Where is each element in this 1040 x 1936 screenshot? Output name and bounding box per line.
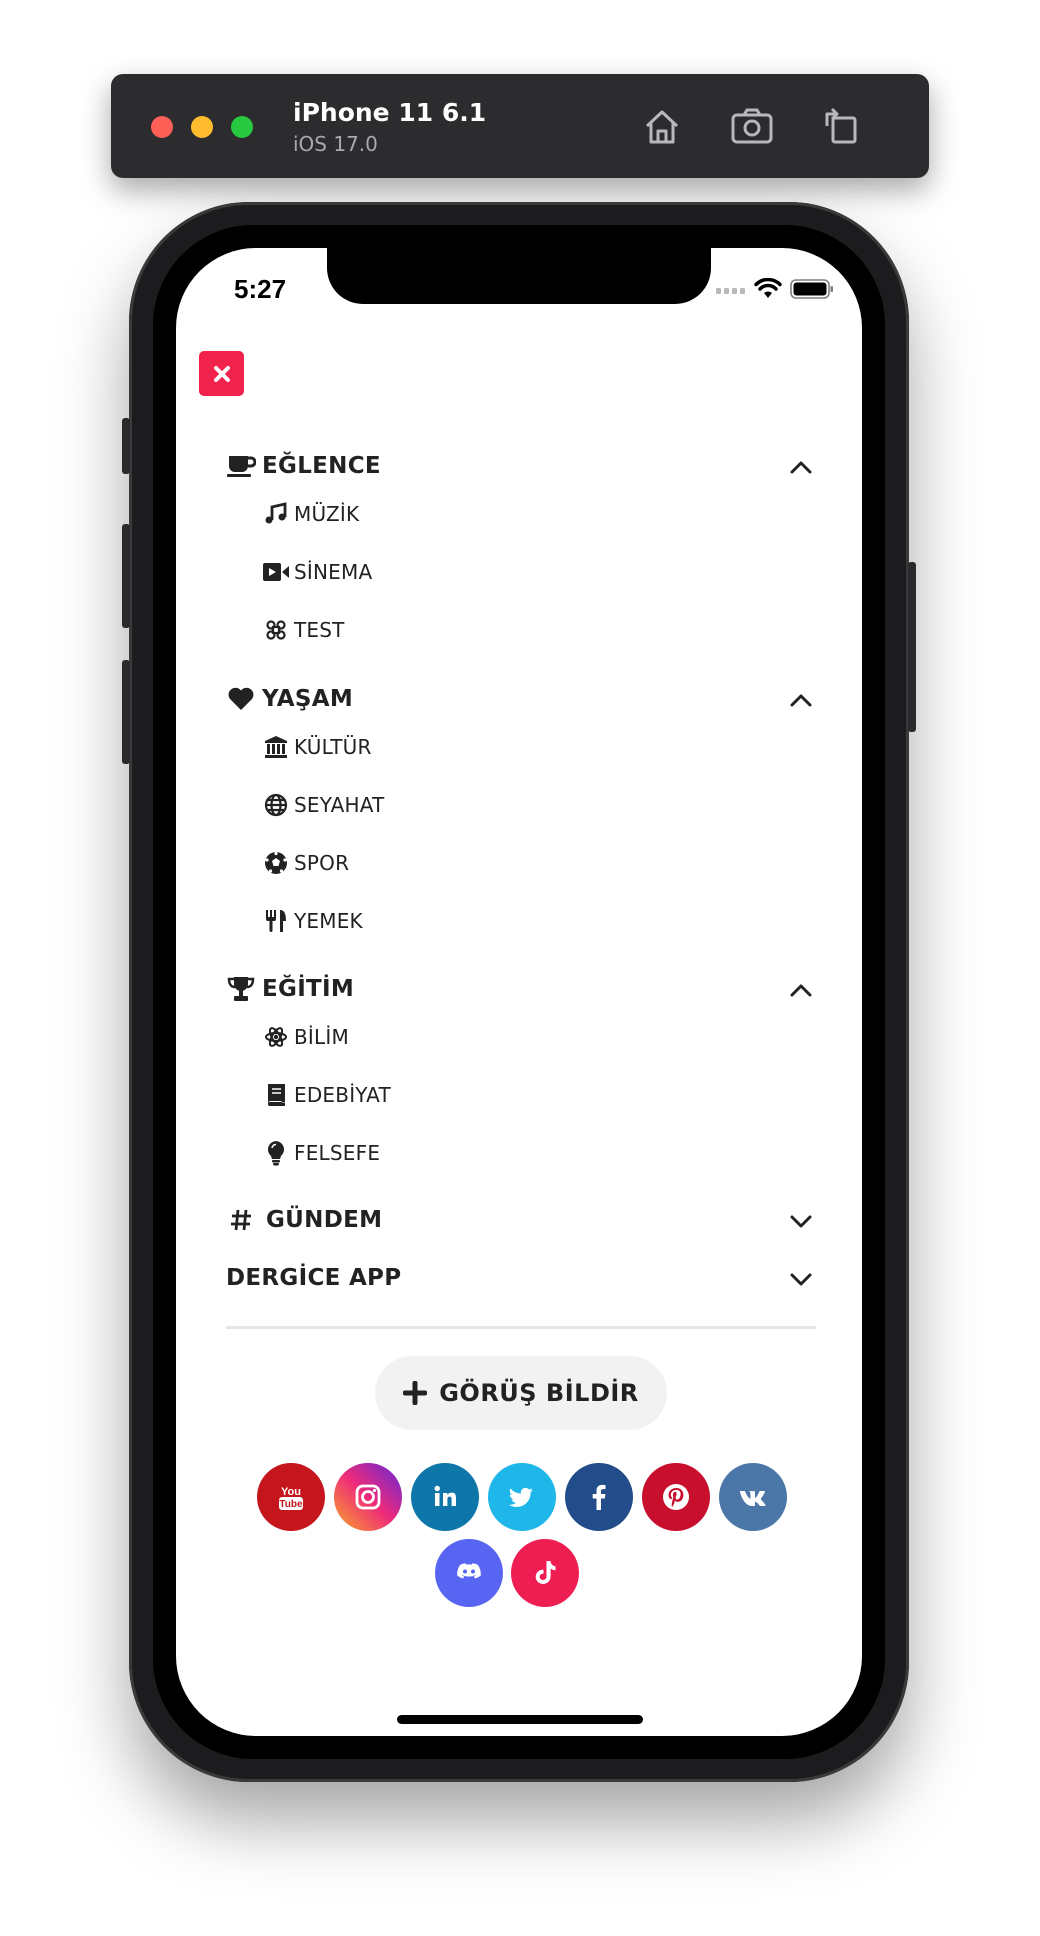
section-label: EĞLENCE (262, 453, 381, 479)
tiktok-icon[interactable] (511, 1539, 579, 1607)
item-label: SEYAHAT (294, 793, 385, 817)
svg-text:Tube: Tube (279, 1499, 303, 1510)
item-label: SPOR (294, 851, 350, 875)
item-label: EDEBİYAT (294, 1083, 391, 1107)
landmark-icon (262, 733, 290, 761)
menu-item-yemek[interactable]: YEMEK (262, 903, 363, 939)
wifi-icon (754, 278, 782, 298)
youtube-icon[interactable]: You Tube (257, 1463, 325, 1531)
twitter-icon[interactable] (488, 1463, 556, 1531)
close-window-button[interactable] (151, 116, 173, 138)
menu-item-bilim[interactable]: BİLİM (262, 1019, 349, 1055)
status-time: 5:27 (234, 274, 287, 304)
menu-item-spor[interactable]: SPOR (262, 845, 349, 881)
vk-icon[interactable] (719, 1463, 787, 1531)
menu-item-muzik[interactable]: MÜZİK (262, 496, 359, 532)
minimize-window-button[interactable] (191, 116, 213, 138)
feedback-button[interactable]: GÖRÜŞ BİLDİR (375, 1356, 667, 1430)
music-icon (262, 500, 290, 528)
home-icon[interactable] (639, 104, 685, 148)
power-button (908, 562, 916, 732)
item-label: SİNEMA (294, 560, 373, 584)
os-version: iOS 17.0 (293, 132, 378, 156)
coffee-icon (226, 451, 256, 481)
section-label: GÜNDEM (266, 1207, 383, 1233)
device-name: iPhone 11 6.1 (293, 98, 487, 127)
chevron-up-icon[interactable] (786, 975, 816, 1005)
volume-down-button (122, 660, 130, 764)
chevron-up-icon[interactable] (786, 685, 816, 715)
section-label: YAŞAM (262, 686, 354, 712)
globe-icon (262, 791, 290, 819)
menu-item-felsefe[interactable]: FELSEFE (262, 1135, 380, 1171)
instagram-icon[interactable] (334, 1463, 402, 1531)
section-label: EĞİTİM (262, 976, 355, 1002)
lightbulb-icon (262, 1139, 290, 1167)
status-icons (716, 278, 834, 300)
utensils-icon (262, 907, 290, 935)
atom-icon (262, 1023, 290, 1051)
rotate-icon[interactable] (819, 104, 865, 148)
hashtag-icon (226, 1205, 256, 1235)
chevron-down-icon[interactable] (786, 1264, 816, 1294)
notch (327, 248, 711, 304)
section-egitim[interactable]: EĞİTİM (226, 969, 816, 1009)
chevron-up-icon[interactable] (786, 452, 816, 482)
football-icon (262, 849, 290, 877)
menu-item-sinema[interactable]: SİNEMA (262, 554, 372, 590)
chevron-down-icon[interactable] (786, 1206, 816, 1236)
heart-icon (226, 684, 256, 714)
linkedin-icon[interactable] (411, 1463, 479, 1531)
simulator-title-bar: iPhone 11 6.1 iOS 17.0 (111, 74, 929, 178)
facebook-icon[interactable] (565, 1463, 633, 1531)
item-label: BİLİM (294, 1025, 349, 1049)
close-menu-button[interactable] (199, 351, 244, 396)
trophy-icon (226, 974, 256, 1004)
section-dergice-app[interactable]: DERGİCE APP (226, 1258, 816, 1298)
item-label: MÜZİK (294, 502, 360, 526)
section-label: DERGİCE APP (226, 1265, 402, 1291)
home-indicator[interactable] (397, 1715, 643, 1724)
phone-screen: 5:27 EĞLENCE MÜZİK SİNEMA TEST YAŞAM KÜL… (176, 248, 862, 1736)
feedback-label: GÖRÜŞ BİLDİR (439, 1379, 639, 1407)
plus-icon (403, 1381, 428, 1405)
menu-item-seyahat[interactable]: SEYAHAT (262, 787, 384, 823)
menu-item-test[interactable]: TEST (262, 612, 345, 648)
volume-up-button (122, 524, 130, 628)
section-yasam[interactable]: YAŞAM (226, 679, 816, 719)
discord-icon[interactable] (435, 1539, 503, 1607)
section-eglence[interactable]: EĞLENCE (226, 446, 816, 486)
pinterest-icon[interactable] (642, 1463, 710, 1531)
command-icon (262, 616, 290, 644)
menu-item-kultur[interactable]: KÜLTÜR (262, 729, 372, 765)
svg-text:You: You (281, 1486, 301, 1498)
item-label: KÜLTÜR (294, 735, 372, 759)
item-label: FELSEFE (294, 1141, 381, 1165)
zoom-window-button[interactable] (231, 116, 253, 138)
item-label: YEMEK (294, 909, 363, 933)
mute-switch (122, 418, 130, 474)
book-icon (262, 1081, 290, 1109)
battery-icon (790, 279, 833, 299)
close-icon (213, 365, 230, 382)
screenshot-icon[interactable] (729, 104, 775, 148)
cellular-icon (716, 288, 745, 294)
video-icon (262, 558, 290, 586)
menu-item-edebiyat[interactable]: EDEBİYAT (262, 1077, 391, 1113)
item-label: TEST (294, 618, 345, 642)
menu-divider (226, 1326, 816, 1329)
section-gundem[interactable]: GÜNDEM (226, 1200, 816, 1240)
